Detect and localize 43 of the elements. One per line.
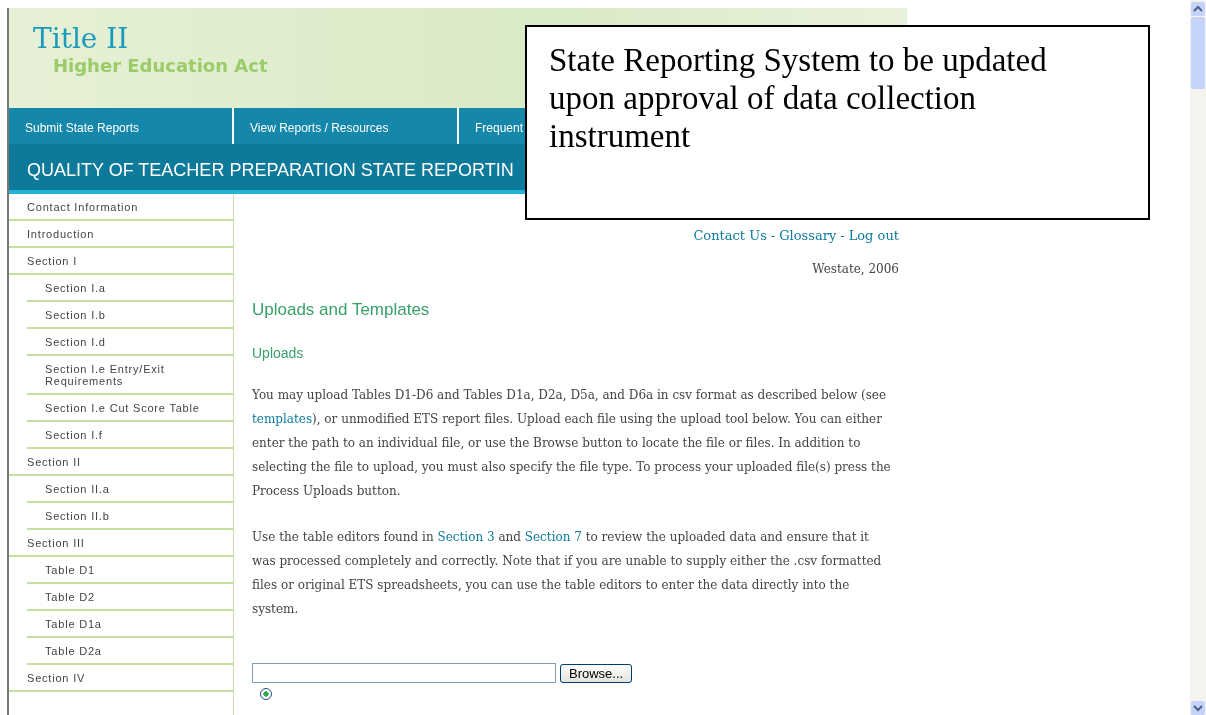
scrollbar[interactable] bbox=[1190, 0, 1206, 715]
scroll-thumb[interactable] bbox=[1191, 17, 1205, 89]
sidebar-subitem[interactable]: Section II.b bbox=[27, 503, 233, 530]
section-heading: Uploads and Templates bbox=[252, 300, 430, 320]
inline-link[interactable]: templates bbox=[252, 412, 313, 426]
notice-box: State Reporting System to be updated upon approval of data collection instrument bbox=[525, 25, 1150, 220]
sidebar-subitem[interactable]: Section I.a bbox=[27, 275, 233, 302]
sidebar-item[interactable]: Introduction bbox=[9, 221, 233, 248]
file-path-field[interactable] bbox=[252, 663, 556, 683]
sidebar-item[interactable]: Section I bbox=[9, 248, 233, 275]
inline-link[interactable]: Section 3 bbox=[437, 530, 495, 544]
sidebar-subitem[interactable]: Table D1 bbox=[27, 557, 233, 584]
sidebar-subitem[interactable]: Table D1a bbox=[27, 611, 233, 638]
subsection-heading: Uploads bbox=[252, 345, 304, 361]
radio-button[interactable] bbox=[260, 688, 272, 700]
sidebar-item[interactable]: Section IV bbox=[9, 665, 233, 692]
scroll-up-icon[interactable] bbox=[1191, 2, 1205, 16]
sidebar-subitem[interactable]: Section I.f bbox=[27, 422, 233, 449]
sidebar-subitem[interactable]: Section I.e Entry/Exit Requirements bbox=[27, 356, 233, 395]
header-link[interactable]: Log out bbox=[848, 228, 899, 243]
scroll-down-icon[interactable] bbox=[1191, 701, 1205, 715]
inline-link[interactable]: Section 7 bbox=[524, 530, 582, 544]
sidebar-subitem[interactable]: Section I.b bbox=[27, 302, 233, 329]
state-year: Westate, 2006 bbox=[812, 262, 899, 276]
link-separator: - bbox=[840, 228, 845, 243]
browse-button[interactable]: Browse... bbox=[560, 663, 633, 683]
nav-tab[interactable]: Frequent bbox=[459, 108, 526, 144]
sidebar-subitem[interactable]: Table D2 bbox=[27, 584, 233, 611]
sidebar-subitem[interactable]: Section I.e Cut Score Table bbox=[27, 395, 233, 422]
link-separator: - bbox=[770, 228, 776, 243]
sidebar-subitem[interactable]: Section II.a bbox=[27, 476, 233, 503]
sidebar-item[interactable]: Section II bbox=[9, 449, 233, 476]
paragraph: Use the table editors found in Section 3 and Section 7 to review the uploaded data and ensure that it was processed completely and correctly. Note that if you are unable to supply either the .csv formatted files or original ETS spreadsheets, you can use the table editors to enter the data directly into the system. bbox=[252, 529, 883, 618]
header-link[interactable]: Glossary bbox=[779, 228, 837, 243]
logo-subtitle: Higher Education Act bbox=[53, 55, 268, 76]
sidebar-subitem[interactable]: Table D2a bbox=[27, 638, 233, 665]
paragraph: You may upload Tables D1-D6 and Tables D1a, D2a, D5a, and D6a in csv format as described below (see templates), or unmodified ETS report files. Upload each file using the upload tool below. You can either enter the path to an individual file, or use the Browse button to locate the file or files. In addition to selecting the file to upload, you must also specify the file type. To process your uploaded file(s) press the Process Uploads button. bbox=[252, 387, 892, 500]
logo-title: Title II bbox=[33, 22, 129, 55]
header-link[interactable]: Contact Us bbox=[693, 228, 767, 243]
page-title: QUALITY OF TEACHER PREPARATION STATE REPORTIN bbox=[27, 160, 514, 180]
sidebar-item[interactable]: Contact Information bbox=[9, 194, 233, 221]
sidebar-item[interactable]: Section III bbox=[9, 530, 233, 557]
sidebar-subitem[interactable]: Section I.d bbox=[27, 329, 233, 356]
